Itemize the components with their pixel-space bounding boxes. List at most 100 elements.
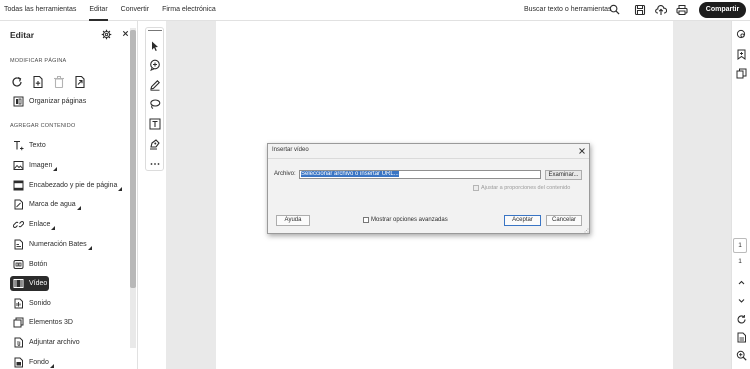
insert-video-dialog: Insertar vídeo Archivo: Seleccionar arch… — [267, 143, 590, 234]
dialog-divider — [268, 158, 589, 159]
panel-scrollbar-thumb[interactable] — [130, 30, 136, 288]
tab-edit[interactable]: Editar — [89, 0, 108, 21]
sidebar-item-label: Texto — [29, 142, 46, 149]
close-icon[interactable] — [121, 29, 130, 38]
tools-handle[interactable] — [148, 30, 162, 31]
chevron-up-icon[interactable] — [736, 277, 747, 288]
sidebar-item-video[interactable]: Vídeo — [10, 276, 49, 291]
sidebar-item-label: Botón — [29, 261, 48, 268]
panel-title: Editar — [10, 30, 35, 40]
right-rail — [731, 21, 750, 369]
accept-button[interactable]: Aceptar — [504, 215, 541, 226]
submenu-caret — [51, 226, 56, 230]
sidebar-item-attach[interactable]: Adjuntar archivo — [10, 335, 126, 350]
page-view-icon[interactable] — [736, 332, 747, 343]
search-tools-label[interactable]: Buscar texto o herramientas — [524, 0, 612, 21]
sidebar-item-button[interactable]: Botón — [10, 257, 126, 272]
tab-convert[interactable]: Convertir — [121, 0, 149, 21]
sidebar-item-label: Adjuntar archivo — [29, 339, 80, 346]
text-box-icon[interactable] — [149, 118, 161, 130]
help-button[interactable]: Ayuda — [276, 215, 310, 226]
comment-search-icon[interactable] — [736, 29, 747, 40]
lasso-icon[interactable] — [149, 98, 161, 110]
sidebar-item-3d[interactable]: Elementos 3D — [10, 315, 126, 330]
sidebar-item-label: Imagen — [29, 162, 53, 169]
sidebar-item-sound[interactable]: Sonido — [10, 296, 126, 311]
file-url-value: Seleccionar archivo o insertar URL... — [301, 171, 399, 177]
close-icon[interactable] — [578, 147, 586, 155]
bookmark-add-icon[interactable] — [736, 49, 747, 60]
submenu-caret — [87, 246, 92, 250]
delete-icon[interactable] — [52, 75, 66, 89]
fit-proportions-checkbox — [473, 185, 479, 191]
extract-page-icon[interactable] — [73, 75, 87, 89]
share-button[interactable]: Compartir — [699, 2, 746, 18]
cancel-button[interactable]: Cancelar — [546, 215, 582, 226]
save-icon[interactable] — [634, 4, 646, 16]
file-url-input[interactable]: Seleccionar archivo o insertar URL... — [299, 170, 541, 179]
tab-e-sign[interactable]: Firma electrónica — [162, 0, 216, 21]
search-icon[interactable] — [609, 4, 620, 15]
zoom-in-icon[interactable] — [736, 350, 747, 361]
sidebar-item-label: Encabezado y pie de página — [29, 182, 118, 189]
pages-thumbnails-icon[interactable] — [736, 68, 747, 79]
sidebar-item-label: Numeración Bates — [29, 241, 87, 248]
rotate-icon[interactable] — [10, 75, 24, 89]
top-nav: Todas las herramientas Editar Convertir … — [4, 0, 229, 21]
tab-all-tools[interactable]: Todas las herramientas — [4, 0, 76, 21]
chevron-down-icon[interactable] — [736, 295, 747, 306]
sidebar-item-label: Fondo — [29, 359, 49, 366]
sidebar-item-image[interactable]: Imagen — [10, 158, 126, 173]
background-icon — [14, 357, 23, 368]
gear-icon[interactable] — [101, 29, 112, 40]
insert-page-icon[interactable] — [31, 75, 45, 89]
section-add-content: AGREGAR CONTENIDO — [10, 123, 76, 129]
organize-pages-label: Organizar páginas — [29, 98, 87, 105]
fit-proportions-label: Ajustar a proporciones del contenido — [481, 185, 571, 191]
sidebar-item-link[interactable]: Enlace — [10, 217, 126, 232]
header-footer-icon — [13, 180, 24, 191]
pen-icon[interactable] — [149, 79, 161, 91]
button-icon — [13, 260, 24, 269]
sidebar-item-background[interactable]: Fondo — [10, 355, 126, 369]
print-icon[interactable] — [676, 4, 688, 16]
stamp-icon[interactable] — [149, 138, 161, 150]
video-icon — [13, 279, 24, 288]
refresh-icon[interactable] — [736, 314, 747, 325]
current-page-input[interactable]: 1 — [733, 238, 747, 253]
sidebar-item-header-footer[interactable]: Encabezado y pie de página — [10, 178, 126, 193]
quick-tools — [145, 27, 164, 171]
resize-grip-icon[interactable] — [584, 228, 589, 233]
sidebar-item-label: Enlace — [29, 221, 51, 228]
total-pages: 1 — [738, 258, 742, 265]
sidebar-item-label: Vídeo — [29, 280, 48, 287]
browse-button[interactable]: Examinar... — [545, 170, 582, 180]
submenu-caret — [118, 187, 123, 191]
section-modify-page: MODIFICAR PÁGINA — [10, 58, 67, 64]
advanced-options-toggle[interactable]: Mostrar opciones avanzadas — [363, 217, 448, 223]
comment-add-icon[interactable] — [149, 59, 161, 71]
organize-pages-icon — [13, 96, 24, 107]
sidebar-item-label: Marca de agua — [29, 201, 76, 208]
dialog-title: Insertar vídeo — [272, 147, 309, 153]
edit-panel: Editar MODIFICAR PÁGINA Organizar página… — [0, 21, 138, 369]
cloud-upload-icon[interactable] — [655, 4, 667, 16]
submenu-caret — [53, 167, 58, 171]
image-icon — [13, 161, 24, 170]
bates-icon — [14, 239, 23, 250]
watermark-icon — [14, 199, 23, 210]
sound-icon — [14, 298, 23, 309]
sidebar-item-watermark[interactable]: Marca de agua — [10, 197, 126, 212]
submenu-caret — [49, 364, 54, 368]
select-arrow-icon[interactable] — [149, 40, 161, 52]
sidebar-item-text[interactable]: Texto — [10, 138, 126, 153]
link-icon — [13, 221, 24, 228]
advanced-options-checkbox[interactable] — [363, 217, 369, 223]
page-actions-row — [10, 75, 94, 89]
submenu-caret — [76, 206, 81, 210]
more-icon[interactable] — [149, 158, 161, 170]
organize-pages-item[interactable]: Organizar páginas — [10, 94, 126, 109]
top-toolbar: Todas las herramientas Editar Convertir … — [0, 0, 750, 21]
advanced-options-label: Mostrar opciones avanzadas — [371, 217, 448, 223]
sidebar-item-bates[interactable]: Numeración Bates — [10, 237, 126, 252]
